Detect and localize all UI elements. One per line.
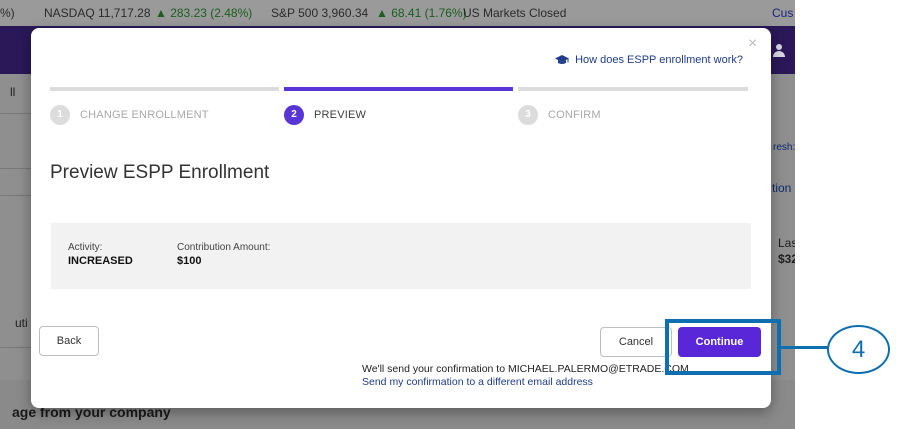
ticker-sp500: S&P 500 3,960.34 [271, 6, 369, 20]
background-refresh-text: resh: [773, 142, 795, 153]
back-button[interactable]: Back [39, 326, 99, 356]
background-divider [0, 168, 31, 169]
contribution-amount-field: Contribution Amount: $100 [177, 242, 270, 267]
user-profile-icon[interactable] [772, 44, 786, 58]
callout-connector [781, 346, 828, 349]
page-title: Preview ESPP Enrollment [50, 162, 270, 183]
progress-segment-2 [284, 87, 513, 91]
background-last-label: Las [778, 236, 795, 250]
enrollment-summary: Activity: INCREASED Contribution Amount:… [51, 223, 751, 289]
change-confirmation-email-link[interactable]: Send my confirmation to a different emai… [362, 376, 593, 388]
background-divider [0, 347, 31, 348]
ticker-nasdaq-change: ▲ 283.23 (2.48%) [155, 6, 253, 20]
market-ticker: %) NASDAQ 11,717.28 ▲ 283.23 (2.48%) S&P… [0, 0, 795, 26]
step-number: 3 [518, 105, 538, 125]
background-divider [0, 195, 31, 196]
progress-segment-1 [50, 87, 279, 91]
ticker-nasdaq: NASDAQ 11,717.28 [44, 6, 151, 20]
activity-value: INCREASED [68, 255, 133, 267]
background-divider [0, 113, 31, 114]
ticker-right-link[interactable]: Cus [772, 0, 793, 26]
step-number: 1 [50, 105, 70, 125]
step-preview: 2 PREVIEW [284, 105, 366, 125]
step-confirm: 3 CONFIRM [518, 105, 601, 125]
step-number: 2 [284, 105, 304, 125]
step-label: PREVIEW [314, 109, 367, 121]
contribution-amount-value: $100 [177, 255, 202, 267]
close-icon[interactable]: × [748, 36, 757, 52]
step-callout-badge: 4 [827, 325, 890, 374]
background-price: $32 [778, 252, 795, 266]
background-text-fragment: ll [10, 85, 16, 99]
activity-field: Activity: INCREASED [68, 242, 133, 267]
progress-segment-3 [518, 87, 748, 91]
cancel-button[interactable]: Cancel [600, 327, 672, 357]
help-link-label: How does ESPP enrollment work? [575, 54, 743, 66]
graduation-cap-icon [555, 55, 570, 64]
ticker-fragment: %) [0, 6, 15, 20]
background-text-fragment: uti [15, 316, 28, 330]
activity-label: Activity: [68, 242, 103, 253]
background-action-link[interactable]: tion I [772, 181, 795, 195]
market-status: US Markets Closed [463, 6, 567, 20]
contribution-amount-label: Contribution Amount: [177, 242, 271, 253]
continue-highlight-box [665, 319, 781, 375]
ticker-sp500-change: ▲ 68.41 (1.76%) [376, 6, 467, 20]
step-label: CONFIRM [548, 109, 601, 121]
step-change-enrollment: 1 CHANGE ENROLLMENT [50, 105, 209, 125]
espp-enrollment-modal: × How does ESPP enrollment work? 1 CHANG… [31, 28, 771, 408]
espp-help-link[interactable]: How does ESPP enrollment work? [555, 54, 743, 66]
step-label: CHANGE ENROLLMENT [80, 109, 209, 121]
confirmation-email-text: We'll send your confirmation to MICHAEL.… [362, 363, 689, 375]
screen: %) NASDAQ 11,717.28 ▲ 283.23 (2.48%) S&P… [0, 0, 903, 429]
